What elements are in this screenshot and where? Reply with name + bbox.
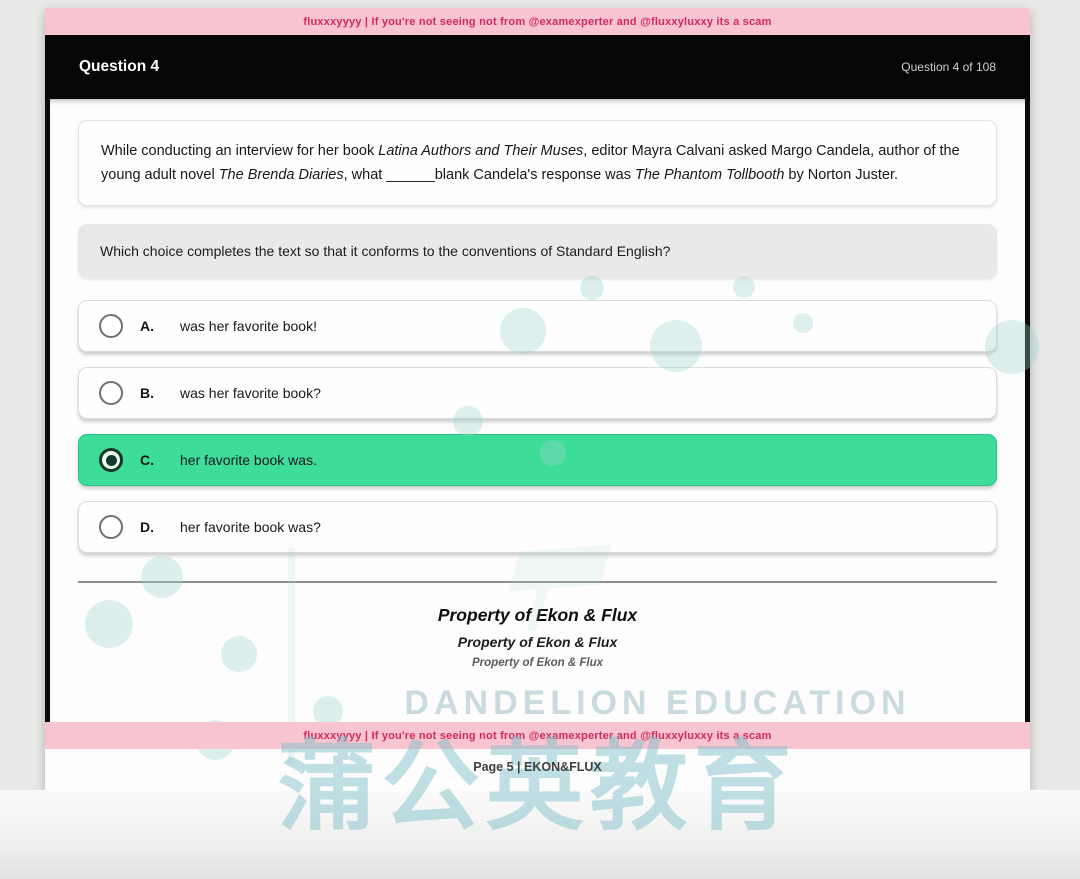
option-text: her favorite book was? [180, 519, 321, 535]
option-letter: B. [140, 385, 166, 401]
bottom-warning-banner: fluxxxyyyy | If you're not seeing not fr… [45, 722, 1030, 749]
desk-background [0, 790, 1080, 879]
exam-page: fluxxxyyyy | If you're not seeing not fr… [45, 8, 1030, 790]
question-prompt-text: Which choice completes the text so that … [100, 243, 670, 259]
question-title: Question 4 [79, 58, 159, 76]
option-text: was her favorite book? [180, 385, 321, 401]
option-letter: A. [140, 318, 166, 334]
radio-dot [106, 522, 117, 533]
option-text: was her favorite book! [180, 318, 317, 334]
radio-dot [106, 455, 117, 466]
section-divider [78, 581, 997, 583]
question-prompt: Which choice completes the text so that … [78, 224, 997, 278]
property-notice-large: Property of Ekon & Flux [78, 605, 997, 626]
question-content: While conducting an interview for her bo… [45, 99, 1030, 722]
radio-option-b[interactable] [99, 381, 123, 405]
property-notice-medium: Property of Ekon & Flux [78, 634, 997, 650]
option-text: her favorite book was. [180, 452, 317, 468]
option-letter: D. [140, 519, 166, 535]
option-a[interactable]: A. was her favorite book! [78, 300, 997, 352]
radio-dot [106, 321, 117, 332]
page-footer-label: Page 5 | EKON&FLUX [45, 760, 1030, 774]
radio-option-a[interactable] [99, 314, 123, 338]
radio-dot [106, 388, 117, 399]
question-progress: Question 4 of 108 [901, 60, 996, 74]
question-header: Question 4 Question 4 of 108 [45, 35, 1030, 99]
option-letter: C. [140, 452, 166, 468]
radio-option-d[interactable] [99, 515, 123, 539]
passage-text: While conducting an interview for her bo… [101, 143, 960, 183]
answer-options: A. was her favorite book! B. was her fav… [78, 300, 997, 553]
warning-text: fluxxxyyyy | If you're not seeing not fr… [303, 16, 771, 28]
property-notice-small: Property of Ekon & Flux [78, 657, 997, 669]
passage-card: While conducting an interview for her bo… [78, 120, 997, 206]
radio-option-c[interactable] [99, 448, 123, 472]
top-warning-banner: fluxxxyyyy | If you're not seeing not fr… [45, 8, 1030, 35]
warning-text: fluxxxyyyy | If you're not seeing not fr… [303, 730, 771, 742]
option-c[interactable]: C. her favorite book was. [78, 434, 997, 486]
option-d[interactable]: D. her favorite book was? [78, 501, 997, 553]
option-b[interactable]: B. was her favorite book? [78, 367, 997, 419]
